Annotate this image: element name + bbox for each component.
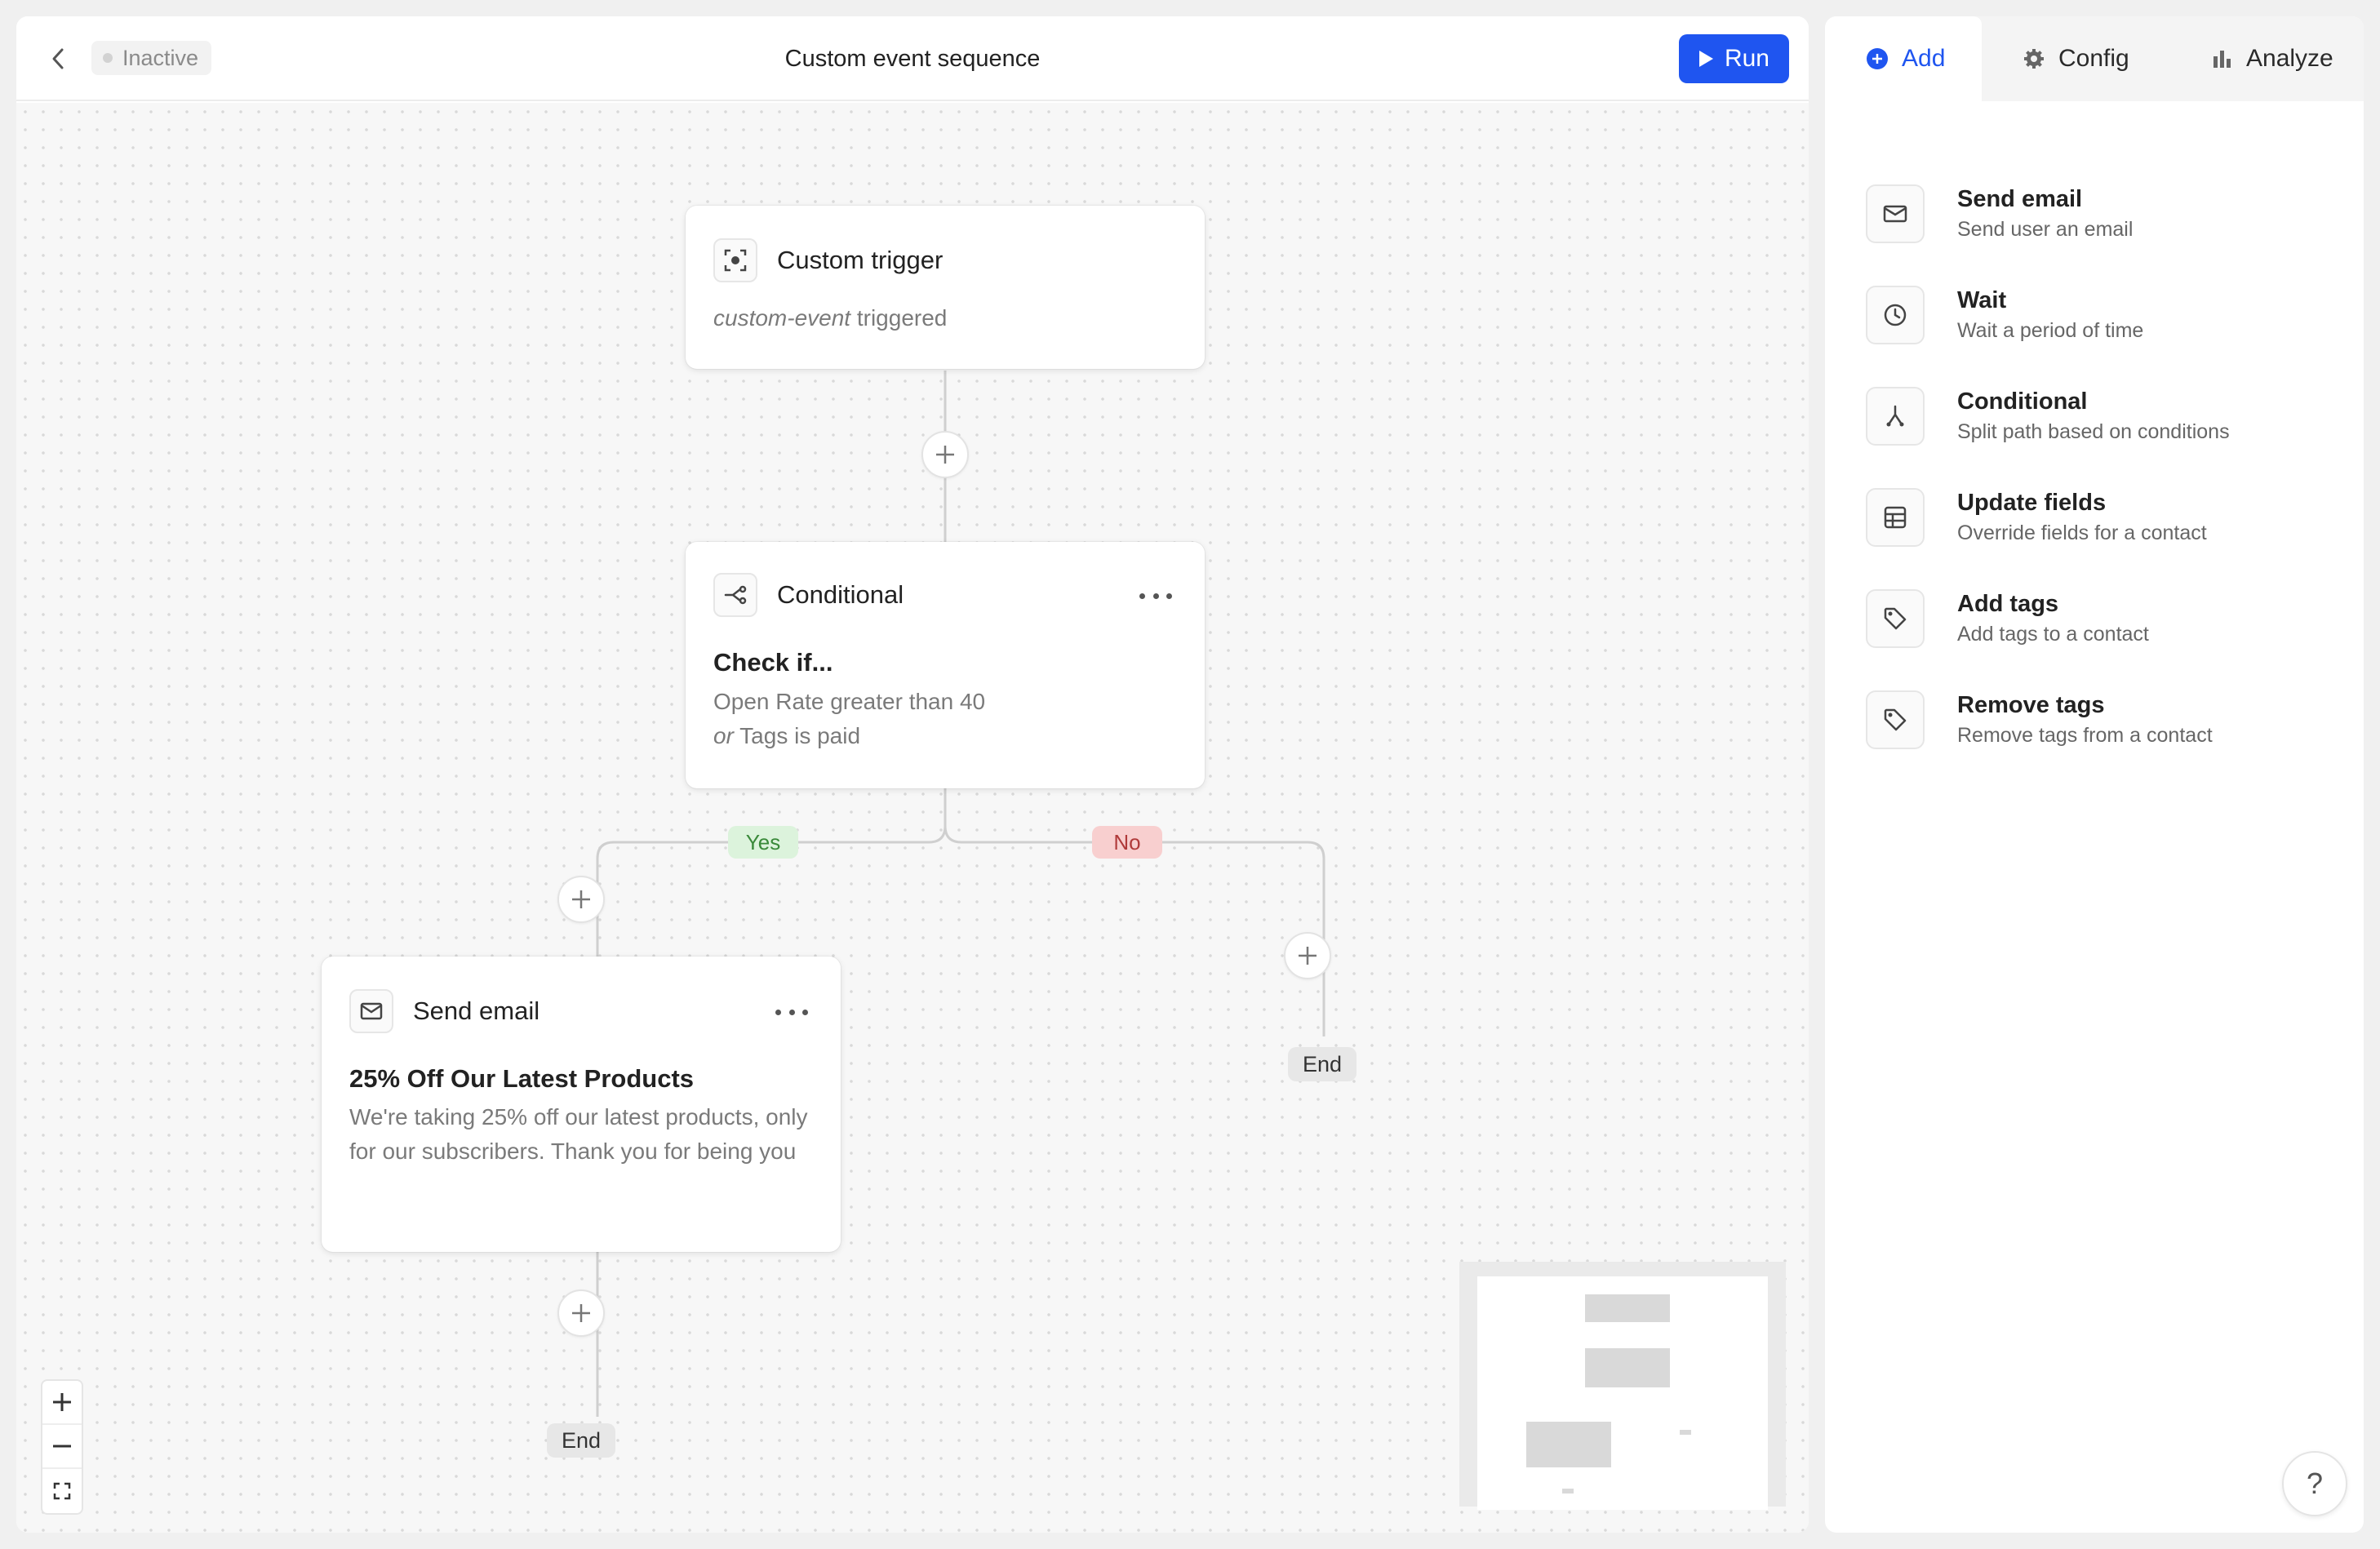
action-title: Remove tags bbox=[1957, 692, 2105, 718]
tab-config[interactable]: Config bbox=[1982, 16, 2160, 101]
plus-icon bbox=[936, 446, 954, 464]
zoom-in-button[interactable] bbox=[42, 1381, 82, 1425]
email-subject: 25% Off Our Latest Products bbox=[349, 1064, 695, 1093]
trigger-node[interactable]: Custom trigger custom-event triggered bbox=[686, 206, 1205, 369]
action-update-fields[interactable]: Update fields Override fields for a cont… bbox=[1866, 467, 2339, 568]
action-wait[interactable]: Wait Wait a period of time bbox=[1866, 264, 2339, 366]
action-description: Add tags to a contact bbox=[1957, 623, 2149, 646]
condition-operator: or bbox=[713, 723, 734, 748]
run-button-label: Run bbox=[1724, 45, 1769, 72]
gear-icon bbox=[2024, 49, 2044, 69]
mail-icon bbox=[349, 989, 393, 1033]
condition-rule: Open Rate greater than 40 bbox=[713, 689, 986, 714]
add-step-button[interactable] bbox=[557, 876, 605, 923]
minimap[interactable] bbox=[1459, 1262, 1786, 1510]
condition-rule-text: Tags is paid bbox=[733, 723, 861, 748]
tab-add-label: Add bbox=[1902, 45, 1946, 72]
zoom-out-button[interactable] bbox=[42, 1425, 82, 1469]
table-icon bbox=[1866, 488, 1925, 547]
plus-icon bbox=[572, 1304, 590, 1322]
send-email-node[interactable]: Send email 25% Off Our Latest Products W… bbox=[322, 956, 841, 1252]
tag-icon bbox=[1866, 589, 1925, 648]
action-title: Add tags bbox=[1957, 591, 2059, 617]
conditional-more-button[interactable] bbox=[1139, 588, 1172, 604]
action-list: Send email Send user an email Wait Wait … bbox=[1866, 163, 2339, 770]
action-title: Send email bbox=[1957, 186, 2083, 212]
trigger-title: Custom trigger bbox=[777, 246, 944, 274]
minus-icon bbox=[53, 1445, 71, 1448]
fit-view-button[interactable] bbox=[42, 1469, 82, 1513]
add-step-button[interactable] bbox=[921, 431, 969, 478]
action-title: Wait bbox=[1957, 287, 2007, 313]
split-icon bbox=[713, 573, 757, 617]
zoom-controls bbox=[41, 1379, 83, 1515]
trigger-event-suffix: triggered bbox=[850, 305, 948, 331]
plus-icon bbox=[53, 1393, 71, 1411]
action-description: Remove tags from a contact bbox=[1957, 724, 2213, 747]
target-icon bbox=[713, 238, 757, 282]
action-conditional[interactable]: Conditional Split path based on conditio… bbox=[1866, 366, 2339, 467]
action-description: Send user an email bbox=[1957, 218, 2134, 241]
editor-topbar: Inactive Custom event sequence Run bbox=[16, 16, 1809, 101]
tab-analyze-label: Analyze bbox=[2246, 45, 2333, 72]
branch-no-label: No bbox=[1092, 826, 1162, 859]
end-node: End bbox=[547, 1423, 616, 1458]
end-node: End bbox=[1288, 1047, 1357, 1081]
fullscreen-icon bbox=[53, 1482, 71, 1500]
action-title: Conditional bbox=[1957, 388, 2088, 415]
tag-icon bbox=[1866, 690, 1925, 749]
send-email-title: Send email bbox=[413, 996, 540, 1025]
split-icon bbox=[1866, 387, 1925, 446]
clock-icon bbox=[1866, 286, 1925, 344]
run-button[interactable]: Run bbox=[1678, 34, 1789, 83]
trigger-event-name: custom-event bbox=[713, 305, 851, 331]
condition-rule: or Tags is paid bbox=[713, 719, 985, 753]
action-description: Wait a period of time bbox=[1957, 319, 2144, 342]
minimap-node bbox=[1562, 1489, 1574, 1494]
minimap-viewport bbox=[1477, 1276, 1768, 1510]
side-tabs: Add Config Analyze bbox=[1825, 16, 2364, 101]
plus-icon bbox=[572, 890, 590, 908]
action-remove-tags[interactable]: Remove tags Remove tags from a contact bbox=[1866, 669, 2339, 770]
tab-add[interactable]: Add bbox=[1825, 16, 1982, 101]
mail-icon bbox=[1866, 184, 1925, 243]
trigger-description: custom-event triggered bbox=[713, 305, 947, 331]
bar-chart-icon bbox=[2213, 51, 2231, 68]
minimap-node bbox=[1585, 1348, 1670, 1387]
tab-config-label: Config bbox=[2058, 45, 2129, 72]
action-description: Split path based on conditions bbox=[1957, 420, 2230, 443]
action-description: Override fields for a contact bbox=[1957, 522, 2207, 544]
conditional-title: Conditional bbox=[777, 580, 904, 609]
conditional-rules: Open Rate greater than 40 or Tags is pai… bbox=[713, 685, 985, 753]
minimap-node bbox=[1680, 1430, 1691, 1435]
action-add-tags[interactable]: Add tags Add tags to a contact bbox=[1866, 568, 2339, 669]
minimap-node bbox=[1585, 1294, 1670, 1322]
minimap-node bbox=[1526, 1422, 1611, 1467]
conditional-node[interactable]: Conditional Check if... Open Rate greate… bbox=[686, 542, 1205, 788]
play-icon bbox=[1698, 51, 1713, 67]
conditional-heading: Check if... bbox=[713, 648, 833, 677]
workflow-editor: Inactive Custom event sequence Run Custo… bbox=[16, 16, 1809, 1533]
plus-circle-icon bbox=[1867, 48, 1888, 69]
email-body: We're taking 25% off our latest products… bbox=[349, 1104, 808, 1164]
help-button[interactable]: ? bbox=[2282, 1451, 2347, 1516]
add-step-button[interactable] bbox=[557, 1289, 605, 1337]
page-title: Custom event sequence bbox=[784, 46, 1041, 72]
side-panel: Add Config Analyze Send email Send user … bbox=[1825, 16, 2364, 1533]
send-email-more-button[interactable] bbox=[775, 1004, 808, 1020]
tab-analyze[interactable]: Analyze bbox=[2160, 16, 2364, 101]
plus-icon bbox=[1299, 947, 1317, 965]
action-title: Update fields bbox=[1957, 490, 2107, 516]
add-step-button[interactable] bbox=[1284, 932, 1331, 979]
action-send-email[interactable]: Send email Send user an email bbox=[1866, 163, 2339, 264]
branch-yes-label: Yes bbox=[728, 826, 798, 859]
